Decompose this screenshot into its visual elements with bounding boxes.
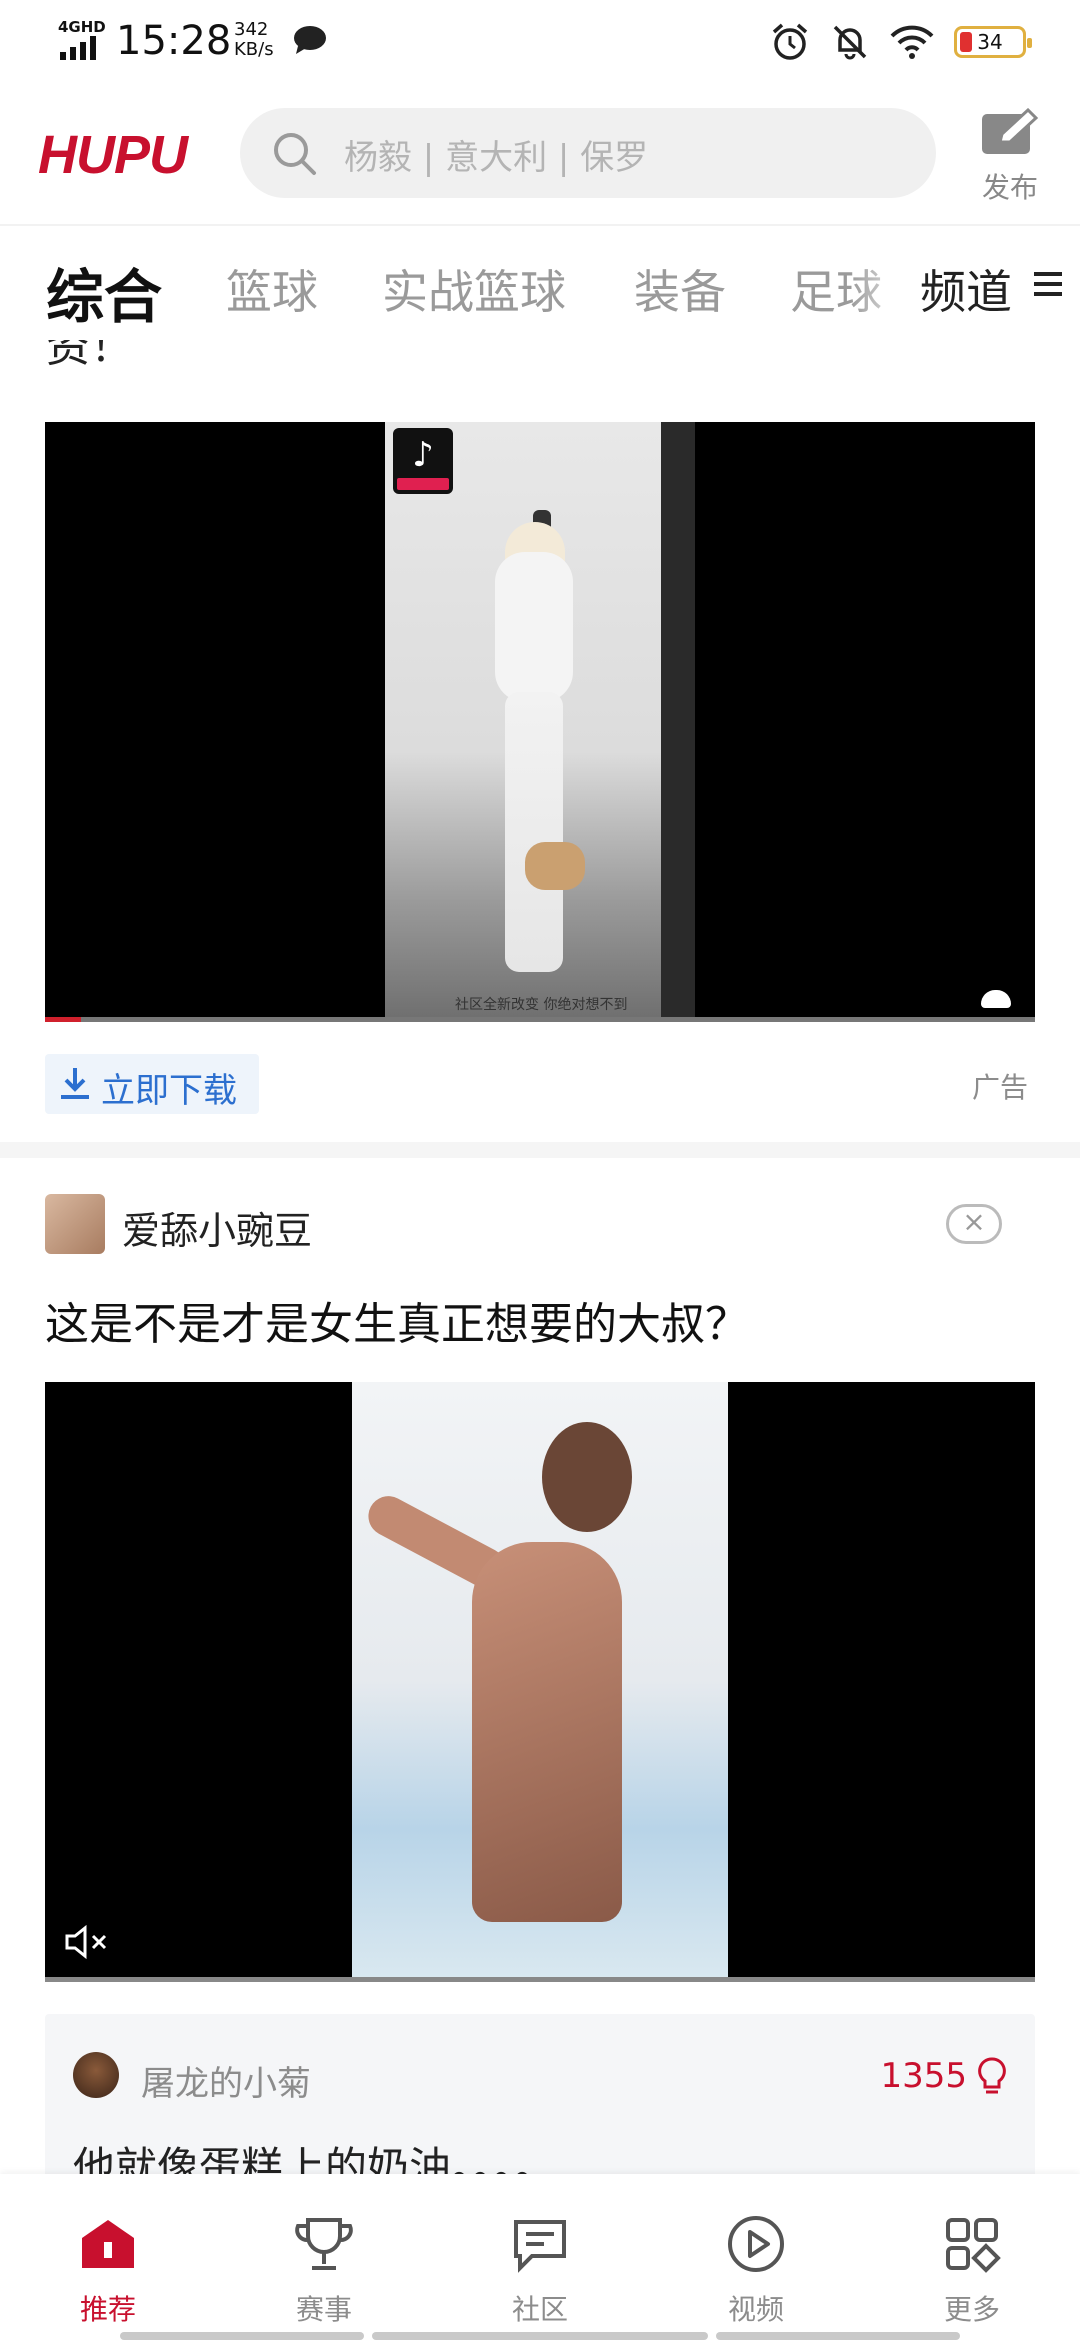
search-placeholder: 杨毅 | 意大利 | 保罗 <box>344 138 649 178</box>
search-bar[interactable]: 杨毅 | 意大利 | 保罗 <box>240 108 936 198</box>
gesture-bar <box>716 2332 960 2340</box>
clock: 15:28 <box>116 18 232 64</box>
nav-label-recommend: 推荐 <box>79 2293 136 2326</box>
author-avatar[interactable] <box>45 1194 105 1254</box>
tab-装备[interactable]: 装备 <box>634 256 726 322</box>
status-bar: 4GHD 15:28 342 KB/s 34 <box>0 0 1080 84</box>
signal-icon <box>60 36 96 60</box>
battery-icon: 34 <box>954 26 1032 58</box>
comment-text: 他就像蛋糕上的奶油。。。。 <box>73 2143 557 2174</box>
category-tabs: 综合 篮球 实战篮球 装备 足球 频道 <box>0 226 1080 334</box>
publish-button[interactable]: 发布 <box>975 108 1045 206</box>
nav-label-community: 社区 <box>511 2293 568 2326</box>
battery-level: 34 <box>977 30 1003 54</box>
post-video-progress[interactable] <box>45 1977 1035 1982</box>
nav-more[interactable]: 更多 <box>864 2174 1080 2340</box>
ad-badge: 广告 <box>971 1071 1028 1104</box>
download-label: 立即下载 <box>101 1071 237 1111</box>
nav-label-video: 视频 <box>727 2293 784 2326</box>
menu-icon[interactable] <box>1030 266 1066 302</box>
network-type: 4GHD <box>58 18 106 36</box>
commenter-avatar[interactable] <box>73 2052 119 2098</box>
dismiss-post-button[interactable]: × <box>946 1204 1002 1244</box>
community-icon <box>514 2220 566 2273</box>
author-name[interactable]: 爱舔小豌豆 <box>122 1200 312 1255</box>
ad-video-progress[interactable] <box>45 1017 1035 1022</box>
gesture-bar <box>372 2332 708 2340</box>
message-icon <box>294 26 326 54</box>
nav-video[interactable]: 视频 <box>648 2174 864 2340</box>
nav-label-matches: 赛事 <box>295 2293 352 2326</box>
download-button[interactable]: 立即下载 <box>45 1054 259 1114</box>
commenter-name[interactable]: 屠龙的小菊 <box>141 2056 311 2105</box>
nav-recommend[interactable]: 推荐 <box>0 2174 216 2340</box>
post-separator <box>0 1142 1080 1158</box>
speed-value: 342 <box>234 19 269 40</box>
trophy-icon <box>295 2218 353 2270</box>
top-comment[interactable]: 屠龙的小菊 1355 他就像蛋糕上的奶油。。。。 <box>45 2014 1035 2174</box>
post-video-player[interactable] <box>45 1382 1035 1982</box>
partial-post-text: 资！ <box>46 340 134 372</box>
video-play-icon <box>728 2216 784 2272</box>
app-header: HUPU 杨毅 | 意大利 | 保罗 发布 <box>0 84 1080 226</box>
feed: 资！ ♪ 社区全新改变 你绝对想不到 立即下载 广告 爱舔小豌豆 × 这是不是才… <box>0 334 1080 2174</box>
more-grid-icon <box>946 2218 1001 2273</box>
ad-video-frame: ♪ 社区全新改变 你绝对想不到 <box>385 422 695 1022</box>
edit-icon <box>982 108 1039 154</box>
lightbulb-icon[interactable] <box>977 2056 1007 2098</box>
download-icon <box>61 1068 89 1099</box>
wifi-icon <box>890 25 934 59</box>
tab-fade <box>850 246 920 326</box>
bottom-navigation: 推荐 赛事 社区 视频 更多 <box>0 2174 1080 2340</box>
hupu-logo[interactable]: HUPU <box>38 124 188 186</box>
network-speed: 342 KB/s <box>234 20 274 60</box>
tab-综合[interactable]: 综合 <box>46 250 162 334</box>
mute-bell-icon <box>833 25 867 60</box>
comment-like-count: 1355 <box>880 2056 967 2096</box>
search-icon <box>274 133 316 175</box>
nav-label-more: 更多 <box>943 2293 1000 2326</box>
channel-button[interactable]: 频道 <box>920 256 1016 322</box>
nav-community[interactable]: 社区 <box>432 2174 648 2340</box>
publish-label: 发布 <box>981 171 1038 204</box>
tab-实战篮球[interactable]: 实战篮球 <box>382 256 566 322</box>
mute-icon[interactable] <box>63 1922 109 1962</box>
watermark-icon <box>981 990 1011 1008</box>
tiktok-logo-icon: ♪ <box>393 428 453 494</box>
tab-篮球[interactable]: 篮球 <box>226 256 318 322</box>
speed-unit: KB/s <box>234 39 274 60</box>
close-icon: × <box>962 1205 986 1238</box>
home-icon <box>82 2220 134 2268</box>
gesture-bar <box>120 2332 364 2340</box>
post-video-frame <box>352 1382 728 1978</box>
ad-video-caption: 社区全新改变 你绝对想不到 <box>455 997 628 1013</box>
ad-video-player[interactable]: ♪ 社区全新改变 你绝对想不到 <box>45 422 1035 1022</box>
alarm-icon <box>772 23 808 60</box>
nav-matches[interactable]: 赛事 <box>216 2174 432 2340</box>
post-title[interactable]: 这是不是才是女生真正想要的大叔？ <box>45 1288 749 1352</box>
